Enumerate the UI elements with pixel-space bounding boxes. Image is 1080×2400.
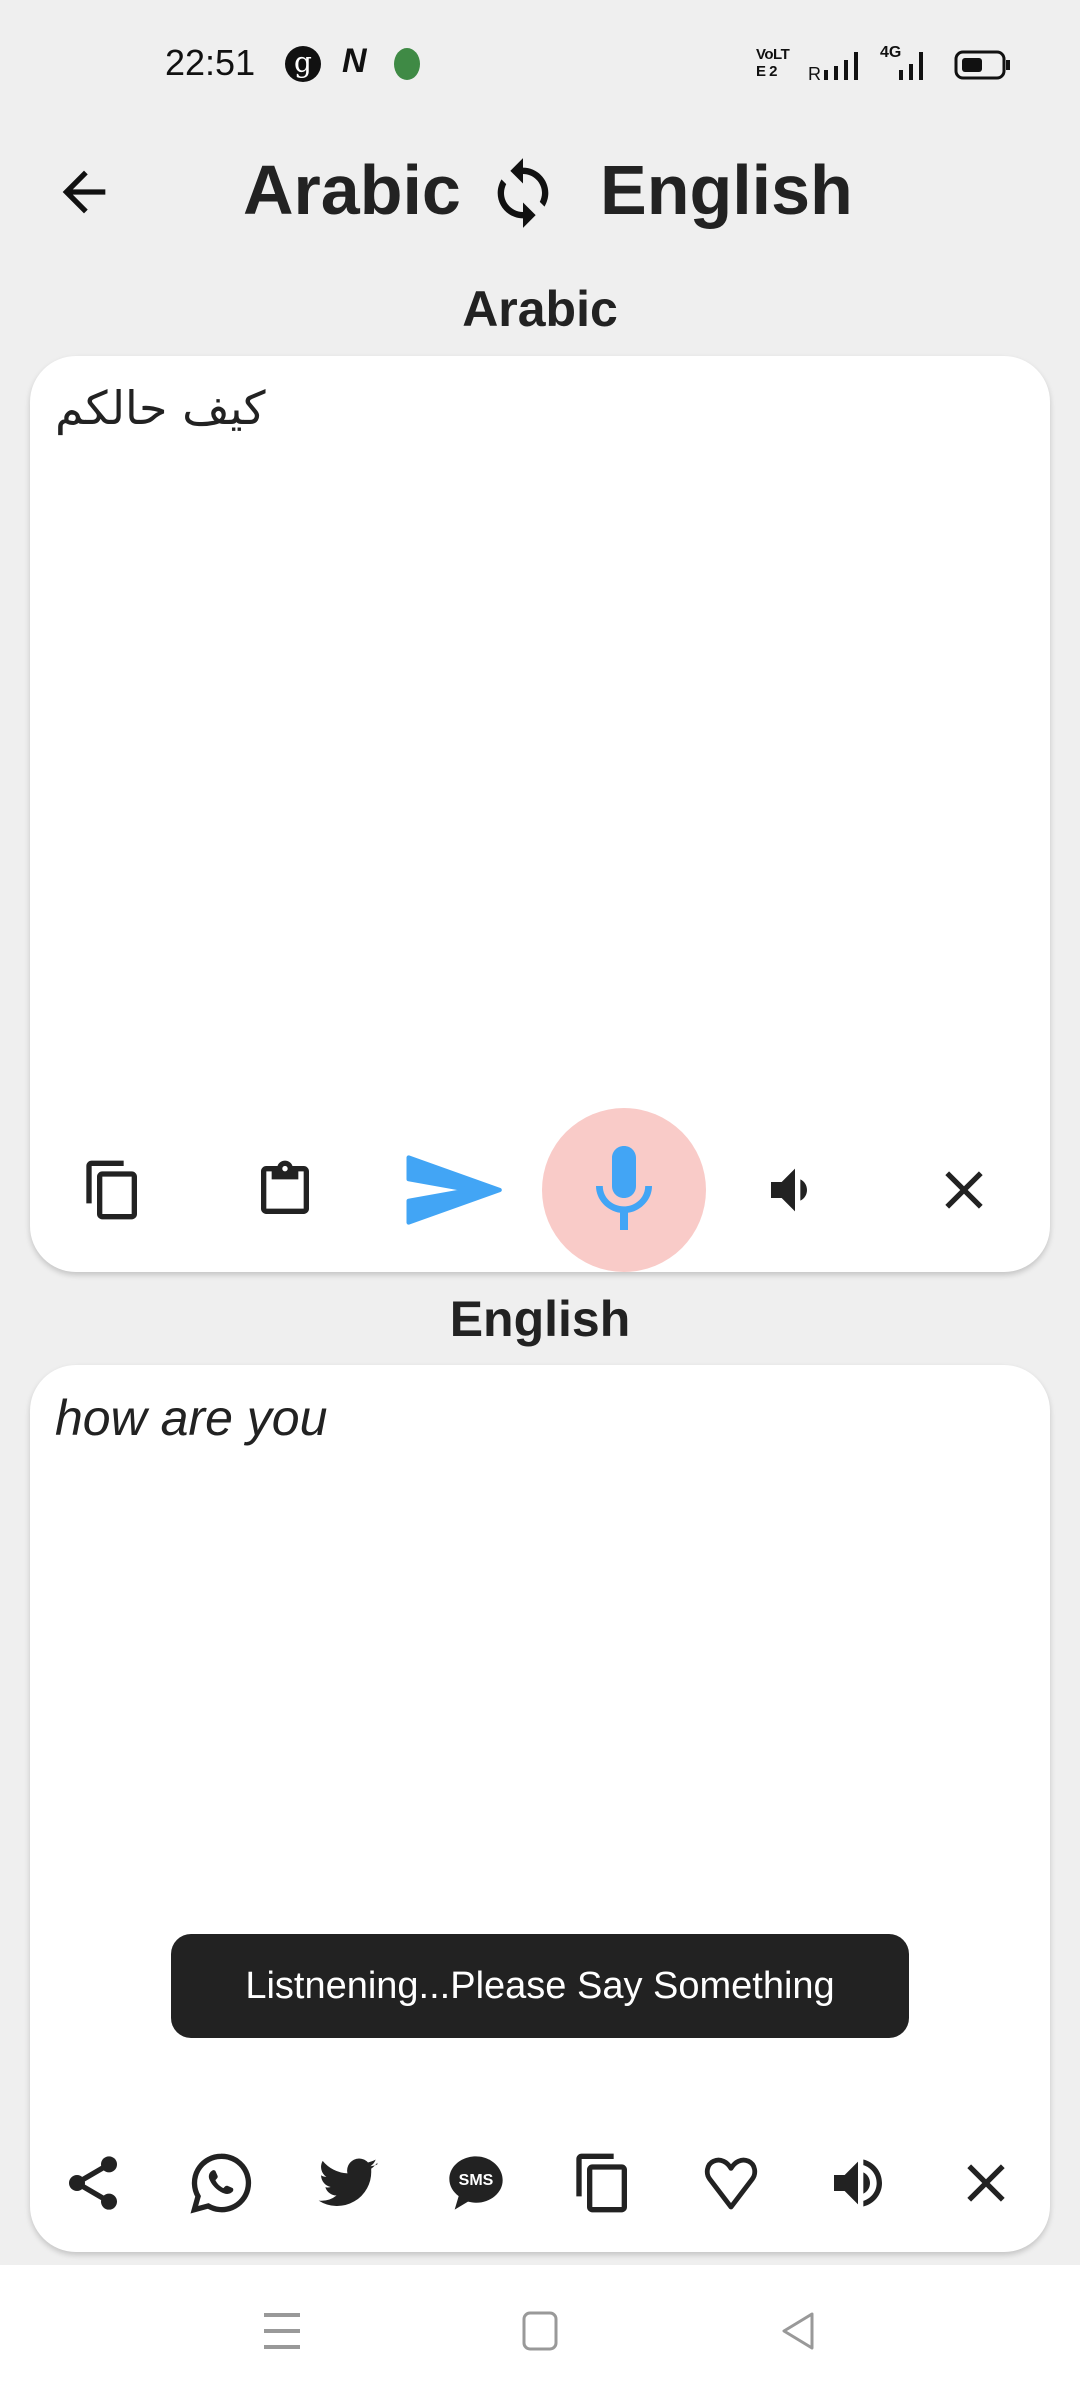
close-icon	[967, 2164, 1005, 2202]
copy-source-button[interactable]	[68, 1145, 158, 1235]
listening-toast: Listnening...Please Say Something	[171, 1934, 909, 2038]
clear-translation-button[interactable]	[941, 2138, 1031, 2228]
speaker-icon	[834, 2159, 882, 2207]
mic-icon	[596, 1146, 652, 1230]
back-nav-icon[interactable]	[780, 2311, 816, 2351]
n-notification-icon: N	[342, 42, 367, 80]
twitter-button[interactable]	[303, 2138, 393, 2228]
app-notification-icon	[394, 48, 420, 80]
status-bar: 22:51 g N VoLTE 2 R 4G	[0, 42, 1080, 94]
copy-icon	[86, 1160, 137, 1220]
arrow-left-icon	[62, 170, 106, 214]
status-time: 22:51	[165, 42, 256, 83]
share-button[interactable]	[48, 2138, 138, 2228]
g-notification-icon: g	[285, 46, 321, 82]
speaker-icon	[771, 1168, 807, 1212]
speak-translation-button[interactable]	[813, 2138, 903, 2228]
sms-icon: SMS	[449, 2156, 503, 2210]
target-card: how are you	[30, 1365, 1050, 2252]
mic-button[interactable]	[542, 1108, 706, 1272]
paste-icon	[261, 1160, 309, 1214]
copy-translation-button[interactable]	[558, 2138, 648, 2228]
back-button[interactable]	[39, 147, 129, 237]
signal-4g-icon	[899, 52, 923, 80]
send-icon	[406, 1155, 502, 1225]
whatsapp-button[interactable]	[176, 2138, 266, 2228]
close-icon	[945, 1171, 983, 1209]
home-icon[interactable]	[522, 2311, 558, 2351]
source-language-button[interactable]: Arabic	[243, 150, 461, 230]
source-text-input[interactable]: كيف حالكم	[55, 381, 266, 435]
copy-icon	[576, 2153, 627, 2213]
source-card: كيف حالكم	[30, 356, 1050, 1272]
battery-icon	[954, 50, 1010, 80]
system-nav-bar	[0, 2265, 1080, 2400]
recents-menu-icon[interactable]	[264, 2311, 302, 2351]
sms-label: SMS	[459, 2172, 494, 2189]
translated-text: how are you	[55, 1390, 328, 1446]
sms-button[interactable]: SMS	[431, 2138, 521, 2228]
target-language-button[interactable]: English	[600, 150, 853, 230]
source-label: Arabic	[462, 281, 618, 337]
swap-languages-button[interactable]	[483, 148, 563, 238]
translate-send-button[interactable]	[397, 1135, 507, 1245]
whatsapp-icon	[190, 2153, 252, 2214]
toast-text: Listnening...Please Say Something	[245, 1964, 835, 2007]
favorite-button[interactable]	[686, 2138, 776, 2228]
heart-icon	[704, 2157, 758, 2210]
target-label: English	[449, 1291, 631, 1347]
paste-button[interactable]	[240, 1145, 330, 1235]
twitter-icon	[318, 2158, 378, 2207]
speak-source-button[interactable]	[750, 1145, 840, 1235]
sync-icon	[497, 158, 549, 228]
signal-icon	[824, 52, 858, 80]
volte-indicator: VoLTE 2	[756, 46, 790, 80]
clear-source-button[interactable]	[919, 1145, 1009, 1235]
share-icon	[69, 2156, 117, 2210]
